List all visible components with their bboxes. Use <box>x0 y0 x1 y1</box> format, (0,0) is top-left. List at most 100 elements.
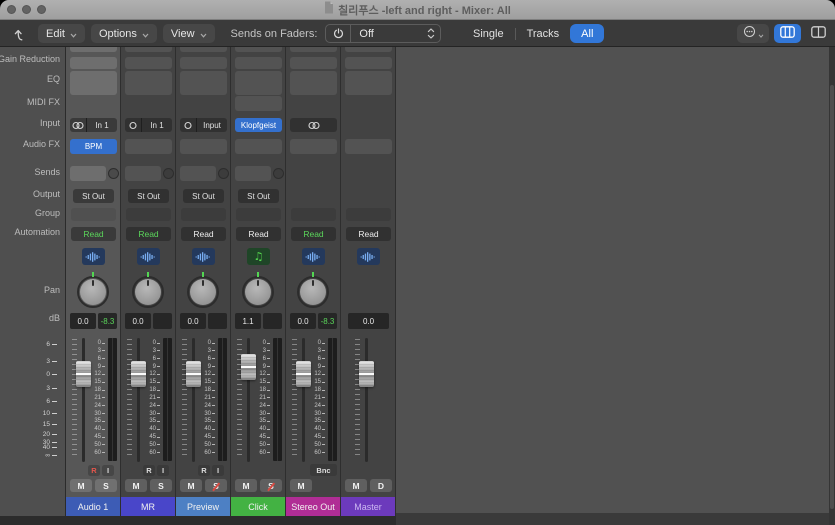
group-slot[interactable] <box>346 208 391 221</box>
track-name-label[interactable]: Stereo Out <box>286 497 340 516</box>
peak-level-display[interactable] <box>208 313 227 329</box>
solo-button[interactable]: S <box>95 479 117 492</box>
fader-track[interactable] <box>365 338 368 462</box>
view-menu[interactable]: View <box>163 24 215 43</box>
gain-reduction-slot[interactable] <box>180 57 227 69</box>
track-name-label[interactable]: MR <box>121 497 175 516</box>
audio-waveform-icon[interactable] <box>82 248 105 265</box>
peak-level-display[interactable]: -8.3 <box>318 313 337 329</box>
group-slot[interactable] <box>126 208 171 221</box>
output-button[interactable]: St Out <box>128 189 169 203</box>
scrollbar-thumb[interactable] <box>830 85 834 509</box>
input-monitor-button[interactable]: I <box>157 465 169 476</box>
channel-setting-slot[interactable] <box>290 47 337 52</box>
volume-db-display[interactable]: 0.0 <box>70 313 96 329</box>
audio-fx-slot[interactable] <box>345 139 392 154</box>
mute-button[interactable]: M <box>70 479 92 492</box>
solo-button[interactable]: S <box>150 479 172 492</box>
automation-mode-button[interactable]: Read <box>71 227 116 241</box>
channel-setting-slot[interactable] <box>70 47 117 52</box>
automation-mode-button[interactable]: Read <box>236 227 281 241</box>
volume-db-display[interactable]: 0.0 <box>180 313 206 329</box>
output-button[interactable]: St Out <box>238 189 279 203</box>
channel-setting-slot[interactable] <box>180 47 227 52</box>
pan-knob[interactable] <box>245 279 271 305</box>
volume-db-display[interactable]: 1.1 <box>235 313 261 329</box>
fader-handle[interactable] <box>131 361 146 387</box>
input-button[interactable] <box>290 118 337 132</box>
group-slot[interactable] <box>236 208 281 221</box>
record-enable-button[interactable]: R <box>198 465 210 476</box>
fader-track[interactable] <box>302 338 305 462</box>
fader-handle[interactable] <box>186 361 201 387</box>
record-enable-button[interactable]: R <box>143 465 155 476</box>
popup-stepper-icon[interactable] <box>427 27 440 40</box>
fader-handle[interactable] <box>296 361 311 387</box>
input-monitor-button[interactable]: I <box>212 465 224 476</box>
eq-slot[interactable] <box>70 71 117 95</box>
gain-reduction-slot[interactable] <box>345 57 392 69</box>
gain-reduction-slot[interactable] <box>125 57 172 69</box>
audio-fx-slot[interactable] <box>290 139 337 154</box>
eq-slot[interactable] <box>235 71 282 95</box>
automation-mode-button[interactable]: Read <box>291 227 336 241</box>
bounce-button[interactable]: Bnc <box>310 464 337 476</box>
solo-button[interactable]: S <box>205 479 227 492</box>
track-name-label[interactable]: Click <box>231 497 285 516</box>
options-menu[interactable]: Options <box>91 24 157 43</box>
audio-fx-slot[interactable] <box>125 139 172 154</box>
mute-button[interactable]: M <box>290 479 312 492</box>
single-mixer-view-button[interactable] <box>774 24 801 43</box>
send-slot[interactable] <box>70 166 106 181</box>
solo-button[interactable]: S <box>260 479 282 492</box>
fader-handle[interactable] <box>241 354 256 380</box>
input-button[interactable]: In 1 <box>70 118 117 132</box>
track-name-label[interactable]: Preview <box>176 497 230 516</box>
audio-waveform-icon[interactable] <box>192 248 215 265</box>
fader-handle[interactable] <box>359 361 374 387</box>
peak-level-display[interactable] <box>153 313 172 329</box>
send-level-knob[interactable] <box>273 168 284 179</box>
volume-db-display[interactable]: 0.0 <box>125 313 151 329</box>
send-slot[interactable] <box>235 166 271 181</box>
input-button[interactable]: Klopfgeist <box>235 118 282 132</box>
fader-track[interactable] <box>137 338 140 462</box>
midi-fx-slot[interactable] <box>235 96 282 111</box>
audio-fx-slot[interactable] <box>235 139 282 154</box>
volume-db-display[interactable]: 0.0 <box>290 313 316 329</box>
output-button[interactable]: St Out <box>183 189 224 203</box>
group-slot[interactable] <box>71 208 116 221</box>
pan-knob[interactable] <box>300 279 326 305</box>
audio-waveform-icon[interactable] <box>137 248 160 265</box>
audio-waveform-icon[interactable] <box>302 248 325 265</box>
group-slot[interactable] <box>181 208 226 221</box>
send-slot[interactable] <box>125 166 161 181</box>
channel-setting-slot[interactable] <box>235 47 282 52</box>
dual-pane-view-button[interactable] <box>806 24 831 43</box>
power-icon[interactable] <box>326 25 351 42</box>
gain-reduction-slot[interactable] <box>290 57 337 69</box>
automation-mode-button[interactable]: Read <box>181 227 226 241</box>
segment-all[interactable]: All <box>570 24 604 43</box>
midi-note-icon[interactable]: ♫ <box>247 248 270 265</box>
send-level-knob[interactable] <box>108 168 119 179</box>
pan-knob[interactable] <box>80 279 106 305</box>
fader-track[interactable] <box>192 338 195 462</box>
mute-button[interactable]: M <box>180 479 202 492</box>
dim-button[interactable]: D <box>370 479 392 492</box>
send-slot[interactable] <box>180 166 216 181</box>
input-button[interactable]: Input <box>180 118 227 132</box>
fader-track[interactable] <box>82 338 85 462</box>
automation-mode-button[interactable]: Read <box>346 227 391 241</box>
group-slot[interactable] <box>291 208 336 221</box>
channel-setting-slot[interactable] <box>125 47 172 52</box>
segment-single[interactable]: Single <box>462 24 515 43</box>
eq-slot[interactable] <box>290 71 337 95</box>
action-menu-button[interactable] <box>737 24 769 43</box>
back-to-main-window-button[interactable] <box>8 24 32 43</box>
eq-slot[interactable] <box>125 71 172 95</box>
peak-level-display[interactable] <box>263 313 282 329</box>
channel-setting-slot[interactable] <box>345 47 392 52</box>
eq-slot[interactable] <box>345 71 392 95</box>
pan-knob[interactable] <box>190 279 216 305</box>
